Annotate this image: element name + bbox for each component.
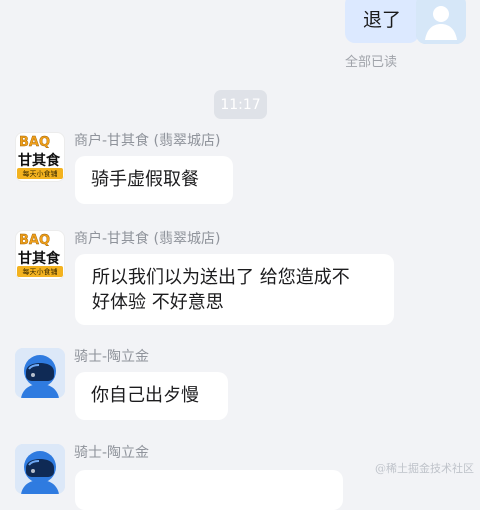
merchant-logo-strip: 每天小食铺 [17,266,63,277]
outgoing-bubble[interactable]: 退了 [345,0,419,43]
merchant-logo-main: 甘其食 [18,153,60,169]
sender-name: 商户-甘其食 (翡翠城店) [74,231,221,247]
rider-helmet-icon [15,348,65,398]
chat-view: 退了 全部已读 11:17 BAQ 甘其食 每天小食铺 商户-甘其食 (翡翠城店… [0,0,480,510]
rider-avatar[interactable] [15,348,65,398]
outgoing-text: 退了 [362,9,401,31]
merchant-logo-strip: 每天小食铺 [17,168,63,179]
sender-name: 骑士-陶立金 [74,445,150,461]
message-text-line: 所以我们以为送出了 给您造成不 [92,267,350,288]
message-bubble[interactable]: 骑手虚假取餐 [75,156,233,204]
message-text: 你自己出歺慢 [91,385,199,406]
message-text-line: 好体验 不好意思 [92,292,224,313]
rider-avatar[interactable] [15,444,65,494]
message-text: 骑手虚假取餐 [91,169,199,190]
message-bubble[interactable] [75,470,343,510]
merchant-logo-top: BAQ [19,135,51,150]
merchant-logo-top: BAQ [19,233,51,248]
message-bubble[interactable]: 你自己出歺慢 [75,372,228,420]
watermark: @稀土掘金技术社区 [375,462,474,475]
timestamp-chip: 11:17 [214,90,267,119]
sender-name: 商户-甘其食 (翡翠城店) [74,133,221,149]
user-avatar-icon [416,0,466,44]
merchant-logo-main: 甘其食 [18,251,60,267]
rider-helmet-icon [15,444,65,494]
sender-name: 骑士-陶立金 [74,349,150,365]
my-avatar[interactable] [416,0,466,44]
message-bubble[interactable]: 所以我们以为送出了 给您造成不 好体验 不好意思 [75,254,394,325]
outgoing-message: 退了 全部已读 [0,0,480,70]
timestamp-text: 11:17 [220,96,261,113]
merchant-avatar[interactable]: BAQ 甘其食 每天小食铺 [15,132,65,182]
read-status: 全部已读 [345,55,398,70]
merchant-avatar[interactable]: BAQ 甘其食 每天小食铺 [15,230,65,280]
